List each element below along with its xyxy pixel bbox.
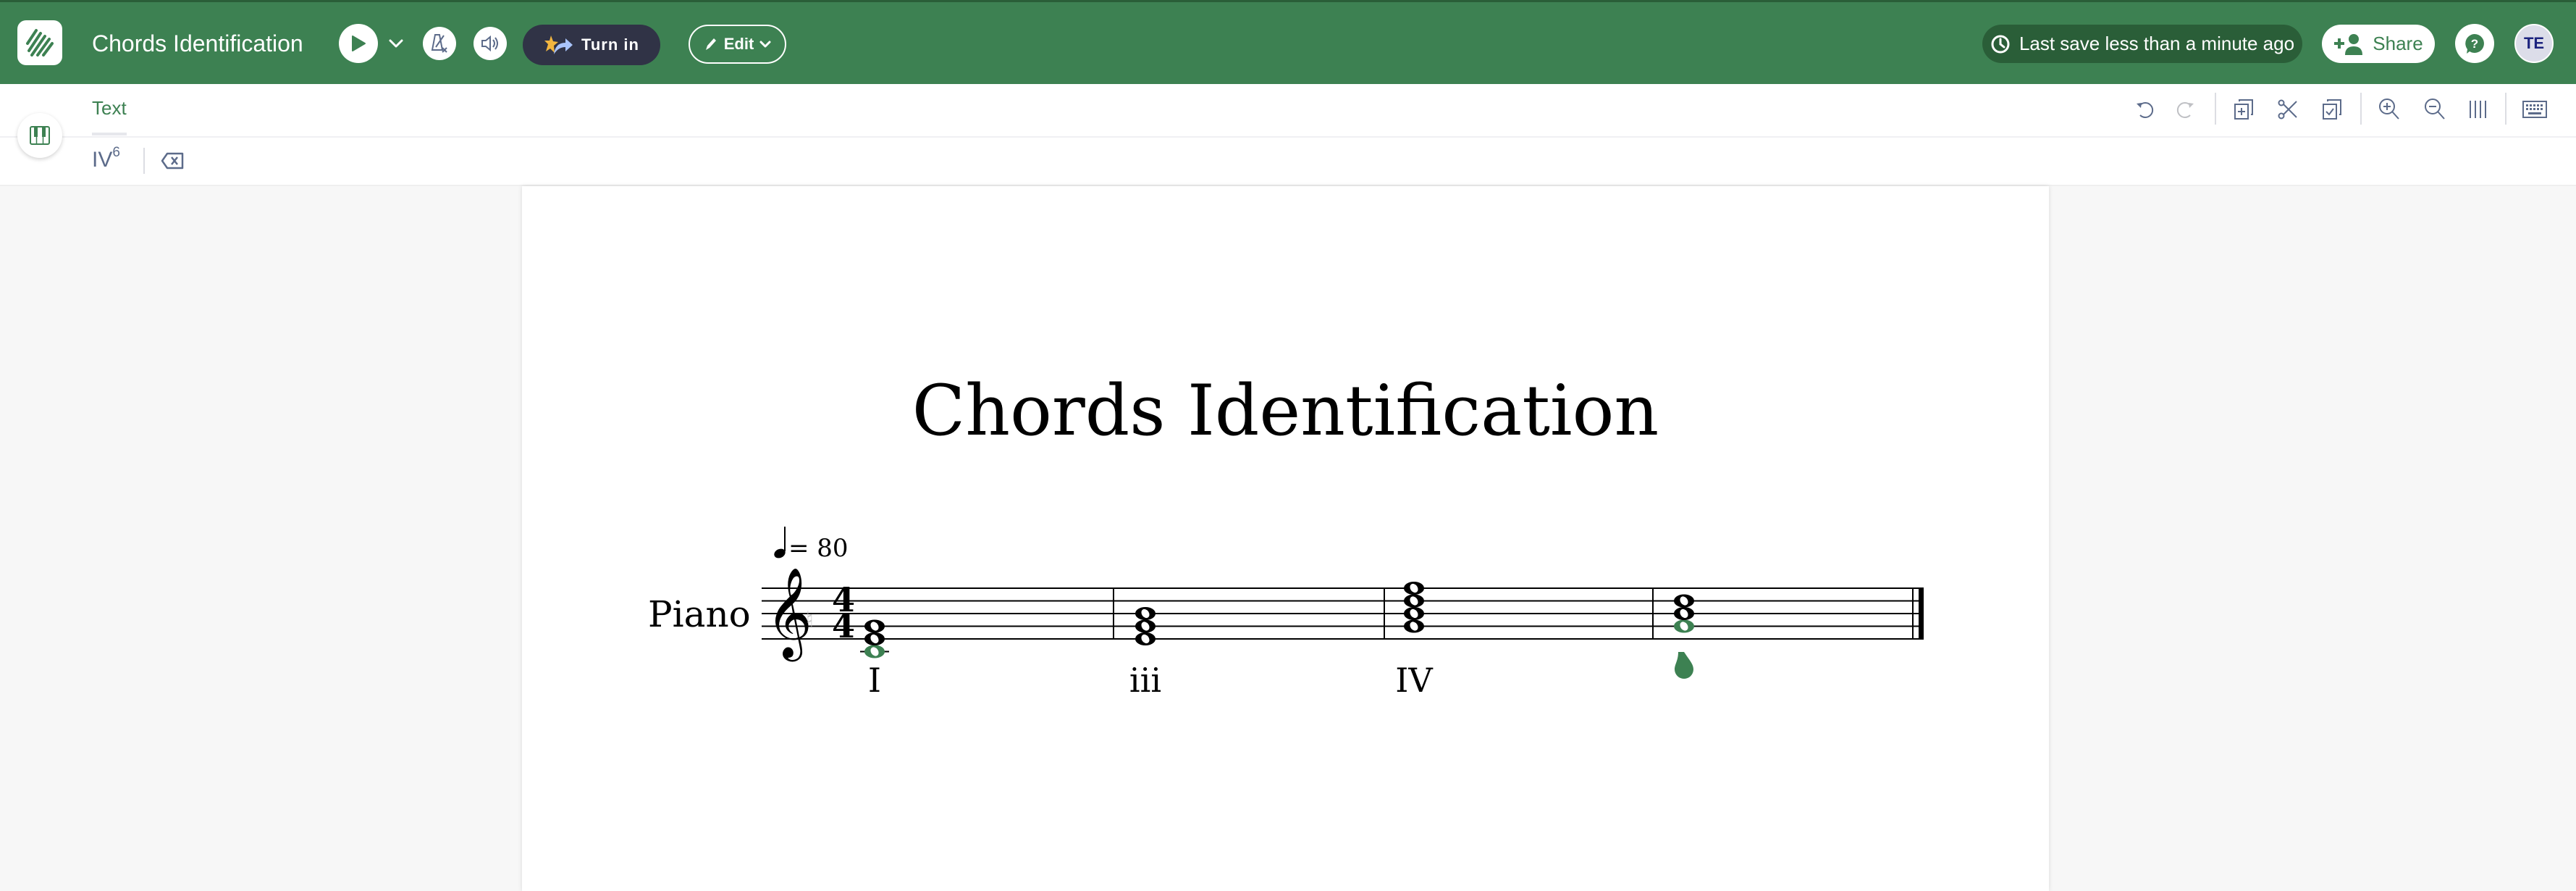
undo-button[interactable] xyxy=(2133,97,2158,122)
metronome-off-icon xyxy=(431,34,447,53)
keyboard-icon xyxy=(2522,101,2547,118)
chevron-down-icon xyxy=(389,39,403,48)
clock-icon xyxy=(1991,35,2010,53)
redo-button[interactable] xyxy=(2173,97,2197,122)
tempo-value: = 80 xyxy=(788,534,849,563)
measure-lines-button[interactable] xyxy=(2465,97,2490,122)
piano-icon xyxy=(30,126,50,145)
cut-button[interactable] xyxy=(2276,97,2300,122)
keyboard-shortcuts-button[interactable] xyxy=(2522,97,2547,122)
ghost-natural-icon: ♮ xyxy=(806,607,814,632)
save-status-badge: Last save less than a minute ago xyxy=(1982,25,2302,63)
toolbar-divider xyxy=(0,136,2576,138)
help-chat-icon: ? xyxy=(2465,34,2484,54)
share-label: Share xyxy=(2373,33,2423,54)
user-avatar[interactable]: TE xyxy=(2514,24,2554,63)
measures: Iiii IV xyxy=(860,582,1694,700)
measure-4[interactable] xyxy=(1674,594,1694,679)
undo-icon xyxy=(2137,102,2154,118)
measure-2[interactable]: iii xyxy=(1129,607,1161,700)
play-button[interactable] xyxy=(339,24,378,63)
roman-numeral-label[interactable]: IV xyxy=(1395,661,1433,700)
play-icon xyxy=(352,35,366,51)
zoom-in-icon xyxy=(2379,99,2399,120)
paste-button[interactable] xyxy=(2320,97,2344,122)
paste-check-icon xyxy=(2323,99,2341,120)
roman-numeral-label[interactable]: I xyxy=(868,661,881,700)
tempo-marking[interactable]: = 80 xyxy=(773,527,849,563)
score-canvas[interactable]: Piano = 80 𝄞 ♮ 4 4 Iiii IV xyxy=(522,186,2049,891)
toolbar-separator xyxy=(2360,93,2362,125)
editor-toolbar: Text IV6 xyxy=(0,84,2576,186)
save-status-text: Last save less than a minute ago xyxy=(2019,33,2295,54)
tab-active-indicator xyxy=(92,133,127,135)
piano-keyboard-button[interactable] xyxy=(17,113,62,158)
scissors-icon xyxy=(2278,99,2297,120)
staff xyxy=(762,587,1924,640)
time-signature-bottom: 4 xyxy=(832,606,855,645)
delete-chord-button[interactable] xyxy=(161,152,184,170)
chord-figure: 6 xyxy=(112,145,120,160)
duplicate-add-icon xyxy=(2234,99,2253,120)
bars-icon xyxy=(2470,101,2486,118)
edit-label: Edit xyxy=(723,35,754,53)
add-person-icon xyxy=(2334,33,2363,55)
sound-button[interactable] xyxy=(473,27,507,60)
playback-options-dropdown[interactable] xyxy=(386,34,406,53)
share-button[interactable]: Share xyxy=(2322,25,2435,63)
app-logo[interactable] xyxy=(17,20,62,65)
document-title[interactable]: Chords Identification xyxy=(92,28,303,59)
speaker-icon xyxy=(481,35,498,52)
instrument-name[interactable]: Piano xyxy=(648,593,751,635)
chord-symbol-input[interactable]: IV6 xyxy=(92,145,120,172)
redo-icon xyxy=(2176,102,2194,118)
pencil-icon xyxy=(705,38,716,50)
edit-mode-dropdown[interactable]: Edit xyxy=(689,25,786,64)
turn-in-label: Turn in xyxy=(581,35,639,54)
score-page[interactable]: Chords Identification Piano = 80 𝄞 ♮ 4 4… xyxy=(522,186,2049,891)
time-signature[interactable]: 4 4 xyxy=(832,580,855,645)
toolbar-separator xyxy=(2215,93,2216,125)
turn-in-button[interactable]: Turn in xyxy=(523,25,660,65)
chevron-down-icon xyxy=(759,41,771,48)
turn-in-star-arrow-icon xyxy=(544,35,573,54)
zoom-out-button[interactable] xyxy=(2423,97,2447,122)
backspace-icon xyxy=(161,152,184,170)
svg-text:?: ? xyxy=(2471,37,2478,51)
chord-numeral: IV xyxy=(92,148,113,172)
measure-3[interactable]: IV xyxy=(1395,582,1433,700)
input-cursor-drop-icon[interactable] xyxy=(1675,652,1693,679)
toolbar-separator xyxy=(143,148,145,174)
measure-1[interactable]: I xyxy=(860,619,889,700)
top-header: Chords Identification Turn in Edit Last … xyxy=(0,0,2576,84)
help-button[interactable]: ? xyxy=(2455,24,2494,63)
final-barline-thick[interactable] xyxy=(1919,587,1924,640)
tab-text[interactable]: Text xyxy=(92,97,127,120)
add-part-button[interactable] xyxy=(2231,97,2256,122)
zoom-in-button[interactable] xyxy=(2377,97,2402,122)
toolbar-separator xyxy=(2505,93,2506,125)
logo-stripes-icon xyxy=(26,29,54,57)
zoom-out-icon xyxy=(2425,99,2445,120)
metronome-button[interactable] xyxy=(423,27,456,60)
roman-numeral-label[interactable]: iii xyxy=(1129,661,1161,700)
